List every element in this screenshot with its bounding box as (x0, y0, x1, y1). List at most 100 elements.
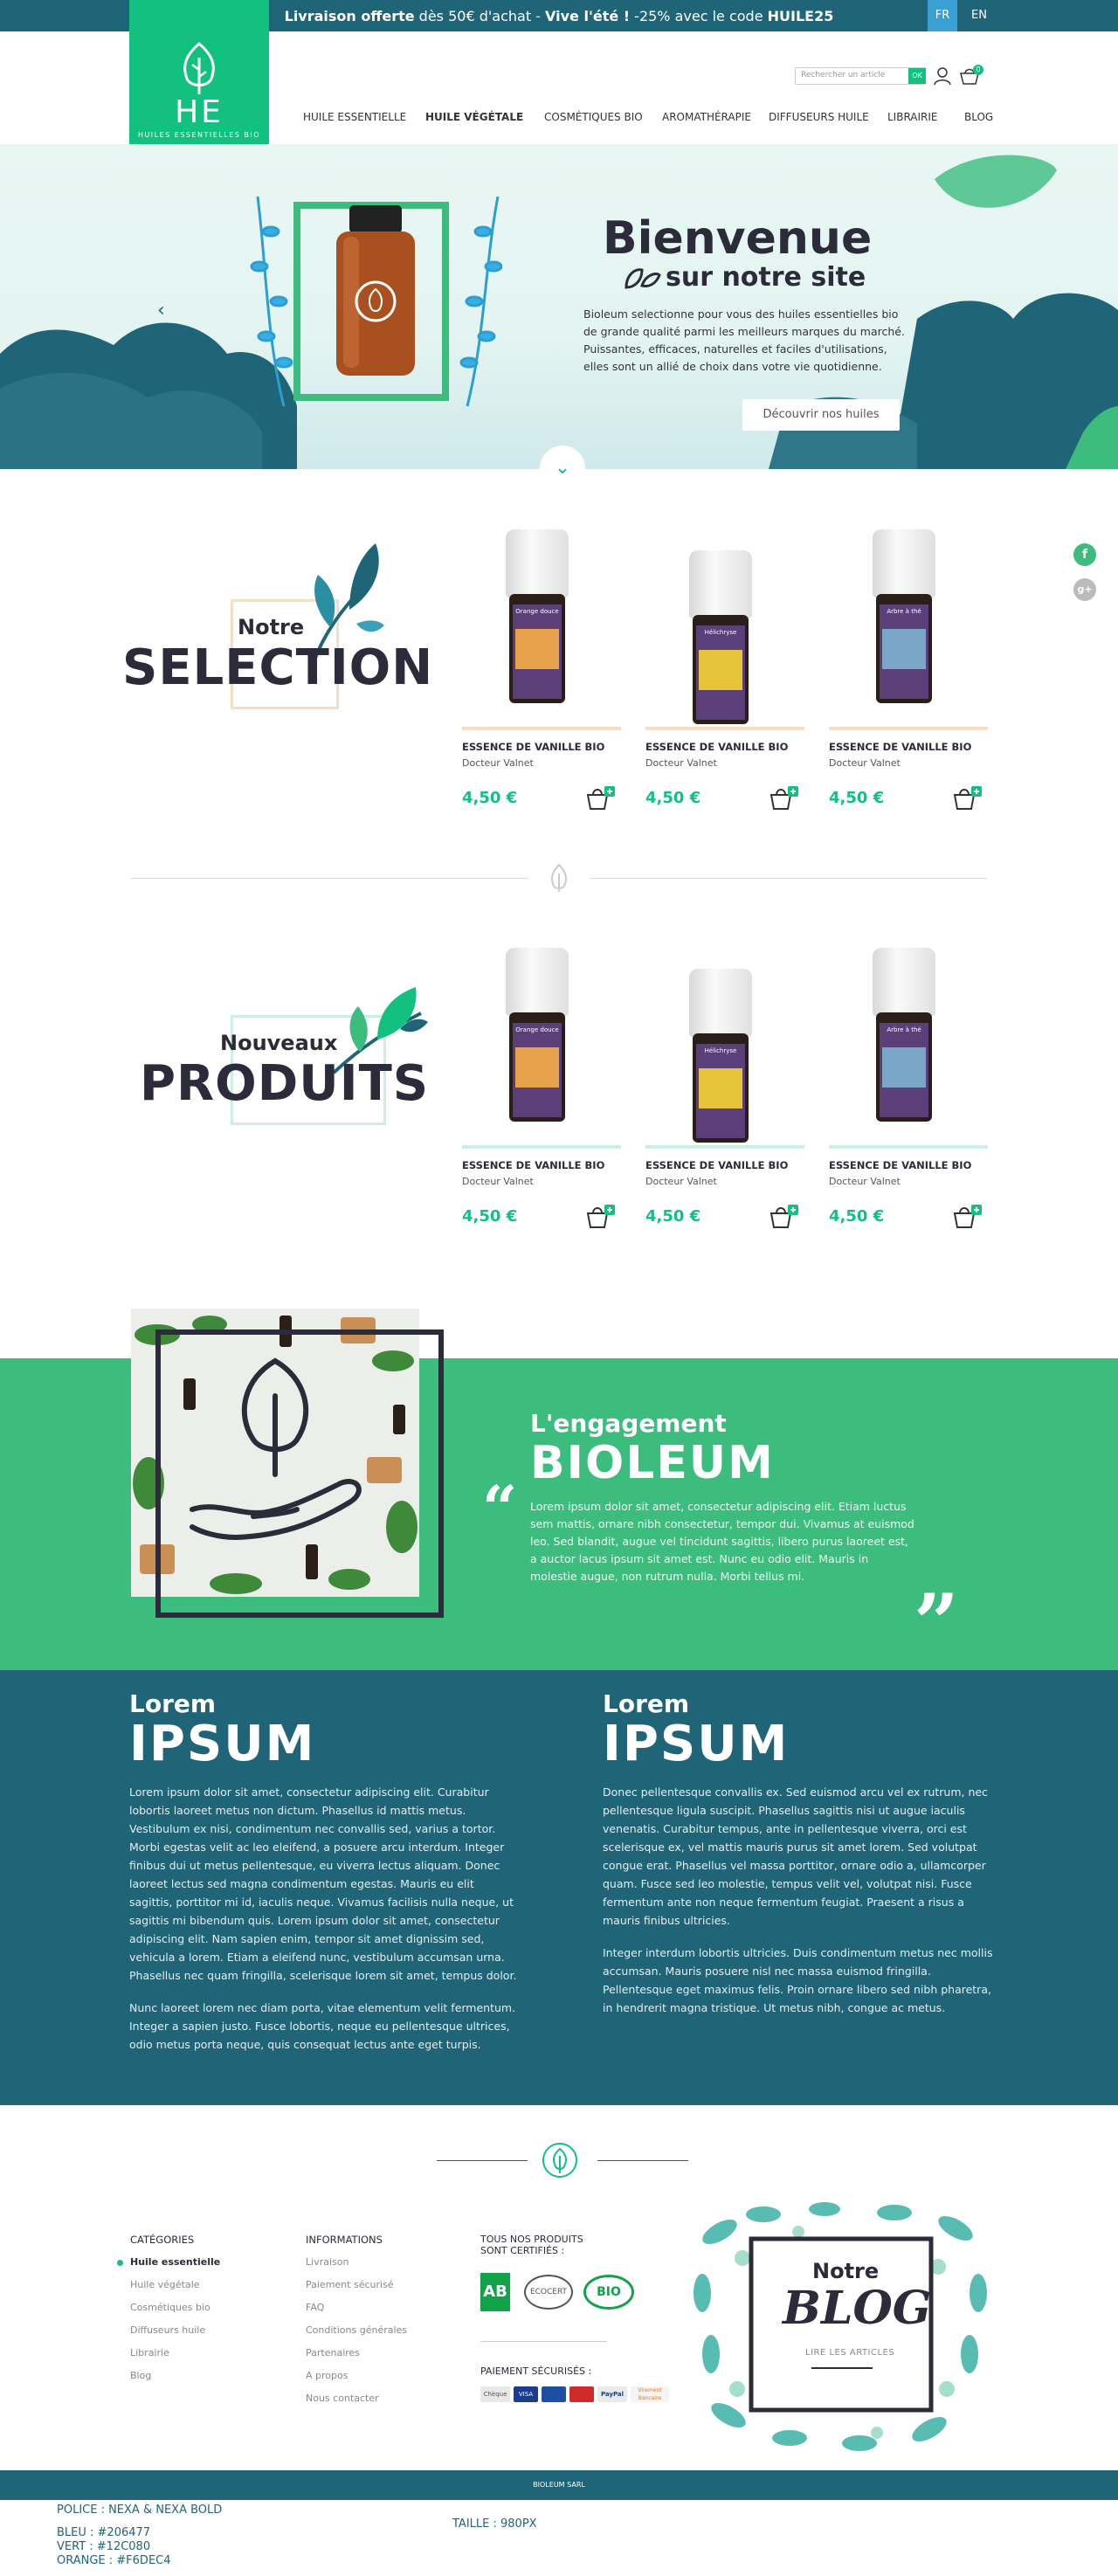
ipsum-section: Lorem IPSUM Lorem ipsum dolor sit amet, … (0, 1670, 1118, 2105)
lang-en-button[interactable]: EN (964, 0, 994, 31)
nav-librairie[interactable]: LIBRAIRIE (887, 111, 938, 123)
hero-bottle-illustration (250, 196, 502, 407)
promo-free-shipping-rest: dès 50€ d'achat - (414, 8, 546, 24)
add-to-cart-icon[interactable] (769, 784, 799, 811)
bottle-label: Arbre à thé (880, 604, 928, 699)
search-input[interactable]: Rechercher un article (795, 67, 926, 85)
product-card-underline (829, 1145, 988, 1149)
bottle-label-text: Orange douce (515, 608, 559, 615)
engagement-title-small: L'engagement (530, 1409, 727, 1438)
bio-certification-logo: BIO (583, 2275, 634, 2310)
footer-link-info[interactable]: A propos (306, 2370, 348, 2381)
bottle-cap (506, 948, 569, 1016)
ipsum-left-paragraph-1: Lorem ipsum dolor sit amet, consectetur … (129, 1785, 517, 1982)
search-ok-button[interactable]: OK (908, 68, 926, 84)
bottle-label: Orange douce (513, 1023, 562, 1117)
footer-link-categories[interactable]: Huile essentielle (130, 2256, 220, 2268)
hero-next-arrow-icon[interactable]: › (952, 300, 960, 321)
scroll-down-chevron-icon[interactable]: ⌄ (540, 445, 585, 491)
footer-link-categories[interactable]: Librairie (130, 2347, 169, 2358)
read-articles-link[interactable]: LIRE LES ARTICLES (805, 2348, 894, 2358)
product-card-underline (462, 727, 621, 730)
bottle-body: Hélichryse (693, 615, 749, 724)
promo-code: HUILE25 (767, 8, 834, 24)
nav-blog[interactable]: BLOG (964, 111, 993, 123)
add-to-cart-icon[interactable] (586, 784, 616, 811)
product-card[interactable]: Orange douce ESSENCE DE VANILLE BIO Docteu… (462, 948, 621, 1236)
footer-link-categories[interactable]: Blog (130, 2370, 151, 2381)
add-to-cart-icon[interactable] (953, 784, 983, 811)
footer-info-title: INFORMATIONS (306, 2234, 383, 2246)
bottle-label-text: Arbre à thé (887, 608, 921, 615)
product-card-underline (645, 727, 804, 730)
footer-link-categories[interactable]: Huile végétale (130, 2279, 200, 2290)
leaf-circle-icon (542, 2143, 577, 2178)
google-plus-icon[interactable]: g+ (1073, 578, 1096, 601)
bottle-label-text: Orange douce (515, 1026, 559, 1033)
bottle-cap (873, 529, 935, 597)
discover-oils-button[interactable]: Découvrir nos huiles (742, 399, 900, 431)
nav-cosmetiques-bio[interactable]: COSMÉTIQUES BIO (544, 111, 643, 123)
promo-summer-rest: -25% avec le code (630, 8, 768, 24)
add-to-cart-icon[interactable] (953, 1203, 983, 1229)
ipsum-column-left: Lorem IPSUM Lorem ipsum dolor sit amet, … (129, 1689, 521, 2054)
close-quote-icon: ” (914, 1577, 959, 1669)
product-card[interactable]: Orange douce ESSENCE DE VANILLE BIO Docteu… (462, 529, 621, 818)
facebook-icon[interactable]: f (1073, 543, 1096, 566)
footer-link-info[interactable]: Nous contacter (306, 2393, 379, 2404)
product-name[interactable]: ESSENCE DE VANILLE BIO (829, 741, 971, 753)
hero-prev-arrow-icon[interactable]: ‹ (157, 300, 165, 321)
product-name[interactable]: ESSENCE DE VANILLE BIO (462, 741, 604, 753)
nouveaux-title-small: Nouveaux (220, 1031, 338, 1055)
nav-aromatherapie[interactable]: AROMATHÉRAPIE (662, 111, 751, 123)
bottle-body: Orange douce (509, 594, 565, 703)
footer-link-info[interactable]: Partenaires (306, 2347, 360, 2358)
footer-payment-title: PAIEMENT SÉCURISÉS : (480, 2365, 592, 2377)
add-to-cart-icon[interactable] (769, 1203, 799, 1229)
bottle-cap (873, 948, 935, 1016)
footer-link-info[interactable]: FAQ (306, 2302, 324, 2313)
logo-subtitle: HUILES ESSENTIELLES BIO (137, 131, 261, 139)
footer-divider-left (437, 2160, 528, 2161)
product-name[interactable]: ESSENCE DE VANILLE BIO (645, 741, 788, 753)
cart-count-badge: 0 (973, 65, 983, 75)
footer-link-categories[interactable]: Cosmétiques bio (130, 2302, 210, 2313)
payment-paypal-logo: PayPal (597, 2386, 627, 2402)
blog-title-big: BLOG (783, 2282, 932, 2335)
payment-cheque-logo: Chèque (480, 2386, 510, 2402)
leaf-pair-icon (625, 268, 661, 289)
product-name[interactable]: ESSENCE DE VANILLE BIO (645, 1159, 788, 1171)
nav-huile-essentielle[interactable]: HUILE ESSENTIELLE (303, 111, 406, 123)
footer-link-info[interactable]: Conditions générales (306, 2324, 407, 2336)
leaf-logo-icon (183, 42, 215, 94)
product-card[interactable]: Arbre à thé ESSENCE DE VANILLE BIO Docteur… (829, 529, 988, 818)
bottle-label-text: Hélichryse (704, 1047, 737, 1054)
hero-background-illustration (0, 155, 1118, 469)
open-quote-icon: “ (482, 1472, 518, 1544)
footer-link-info[interactable]: Livraison (306, 2256, 349, 2268)
lang-fr-button[interactable]: FR (928, 0, 957, 31)
bottle-label-image (515, 1047, 559, 1088)
product-name[interactable]: ESSENCE DE VANILLE BIO (462, 1159, 604, 1171)
footer-link-categories[interactable]: Diffuseurs huile (130, 2324, 205, 2336)
product-card[interactable]: Hélichryse ESSENCE DE VANILLE BIO Docteur … (645, 529, 804, 818)
nav-huile-vegetale[interactable]: HUILE VÉGÉTALE (425, 111, 523, 123)
product-card[interactable]: Arbre à thé ESSENCE DE VANILLE BIO Docteur… (829, 948, 988, 1236)
engagement-title-big: BIOLEUM (530, 1437, 775, 1489)
add-to-cart-icon[interactable] (586, 1203, 616, 1229)
product-card-underline (829, 727, 988, 730)
ipsum-left-big: IPSUM (129, 1716, 316, 1772)
product-brand: Docteur Valnet (462, 1176, 534, 1187)
footer-link-info[interactable]: Paiement sécurisé (306, 2279, 394, 2290)
engagement-text: Lorem ipsum dolor sit amet, consectetur … (530, 1500, 914, 1583)
product-card-underline (462, 1145, 621, 1149)
product-price: 4,50 € (462, 1207, 518, 1226)
nav-diffuseurs-huile[interactable]: DIFFUSEURS HUILE (769, 111, 869, 123)
engagement-photo-frame (155, 1329, 444, 1618)
ipsum-right-paragraph-1: Donec pellentesque convallis ex. Sed eui… (603, 1785, 988, 1927)
promo-free-shipping: Livraison offerte (284, 8, 415, 24)
product-name[interactable]: ESSENCE DE VANILLE BIO (829, 1159, 971, 1171)
product-card[interactable]: Hélichryse ESSENCE DE VANILLE BIO Docteur … (645, 948, 804, 1236)
footer-categories-title: CATÉGORIES (130, 2234, 195, 2246)
user-icon[interactable] (933, 66, 952, 86)
